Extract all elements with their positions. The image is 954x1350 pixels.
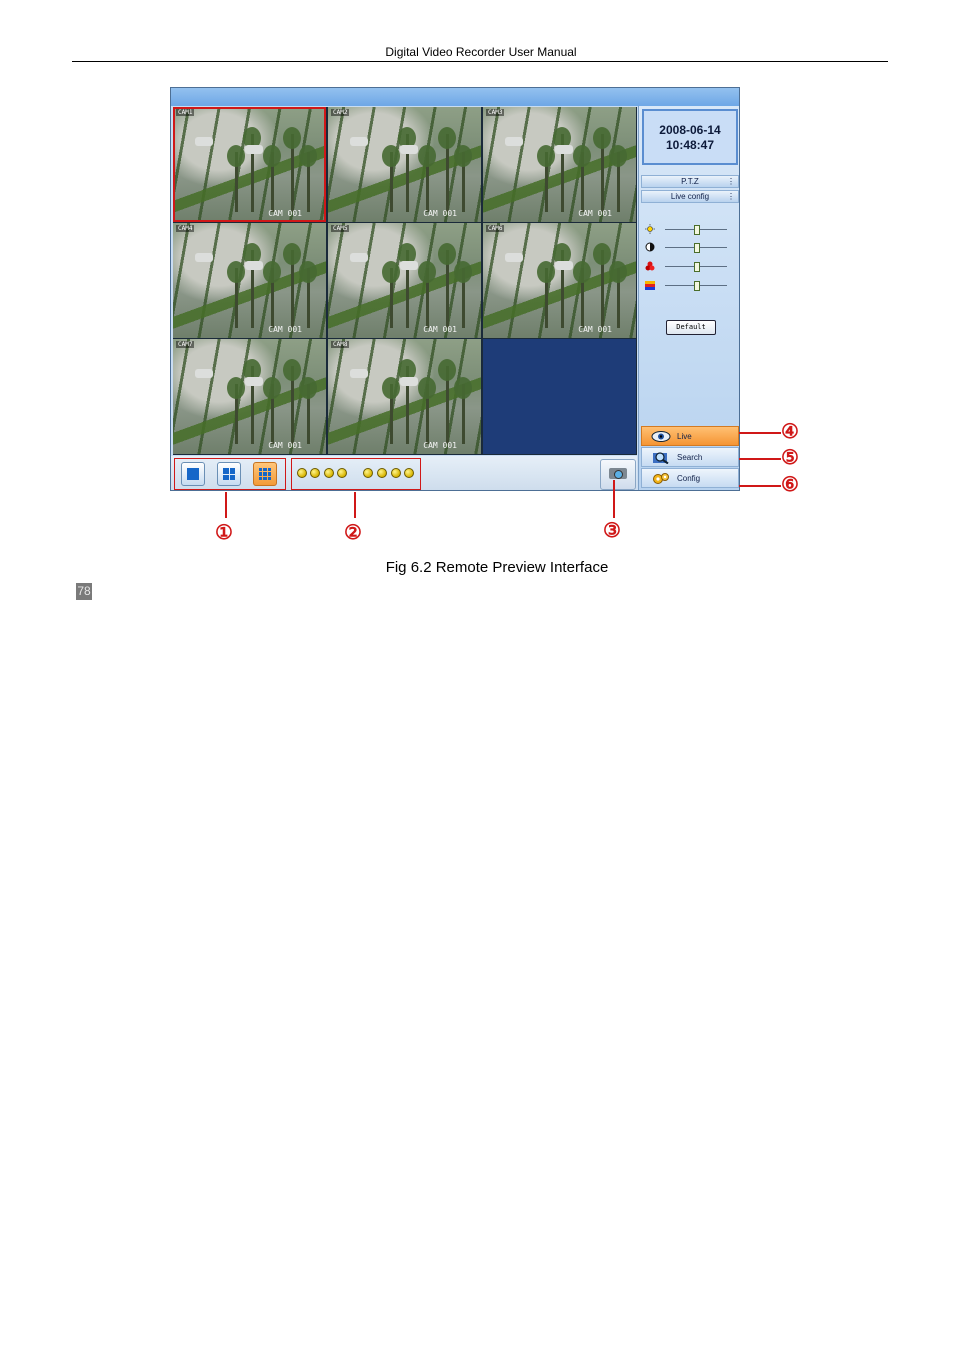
layout-selector: [174, 458, 286, 490]
empty-camera-view[interactable]: [483, 339, 636, 454]
slider-thumb[interactable]: [694, 281, 700, 291]
video-grid: CAM1 CAM 001 CAM2 CAM 001 CAM3 CAM 001 CAM4 CAM…: [173, 107, 637, 455]
default-button[interactable]: Default: [666, 320, 716, 335]
date-text: 2008-06-14: [659, 123, 721, 137]
brightness-icon: [645, 224, 655, 234]
channel-dot-2[interactable]: [310, 468, 320, 478]
camera-view[interactable]: CAM1 CAM 001: [173, 107, 326, 222]
callout-1: ①: [215, 520, 233, 544]
snapshot-button[interactable]: [600, 459, 636, 490]
channel-dot-7[interactable]: [391, 468, 401, 478]
saturation-slider[interactable]: [645, 261, 735, 273]
callout-3: ③: [603, 518, 621, 542]
callout-5: ⑤: [781, 445, 799, 469]
camera-view[interactable]: CAM4 CAM 001: [173, 223, 326, 338]
slider-thumb[interactable]: [694, 262, 700, 272]
date-time-display: 2008-06-14 10:48:47: [642, 109, 738, 165]
live-config-panel-button[interactable]: Live config ⋮: [641, 190, 739, 203]
channel-dot-5[interactable]: [363, 468, 373, 478]
search-label: Search: [677, 453, 703, 462]
gear-icon: [653, 473, 669, 484]
camera-label: CAM 001: [268, 325, 302, 334]
camera-tag: CAM1: [176, 109, 195, 116]
layout-2x2-button[interactable]: [217, 462, 241, 486]
camera-label: CAM 001: [268, 441, 302, 450]
camera-tag: CAM2: [331, 109, 350, 116]
ptz-panel-button[interactable]: P.T.Z ⋮: [641, 175, 739, 188]
live-label: Live: [677, 432, 692, 441]
more-icon: ⋮: [727, 192, 735, 201]
camera-view[interactable]: CAM3 CAM 001: [483, 107, 636, 222]
ptz-label: P.T.Z: [681, 177, 699, 186]
slider-thumb[interactable]: [694, 225, 700, 235]
magnifier-icon: [653, 452, 669, 464]
time-text: 10:48:47: [665, 138, 715, 152]
camera-tag: CAM5: [331, 225, 350, 232]
remote-preview-screenshot: CAM1 CAM 001 CAM2 CAM 001 CAM3 CAM 001 CAM4 CAM…: [170, 87, 740, 491]
layout-3x3-button[interactable]: [253, 462, 277, 486]
hue-icon: [645, 281, 655, 290]
channel-dot-1[interactable]: [297, 468, 307, 478]
callout-line-4: [739, 432, 781, 434]
contrast-slider[interactable]: [645, 242, 735, 254]
camera-tag: CAM8: [331, 341, 350, 348]
camera-label: CAM 001: [578, 209, 612, 218]
callout-2: ②: [344, 520, 362, 544]
camera-view[interactable]: CAM5 CAM 001: [328, 223, 481, 338]
channel-dot-6[interactable]: [377, 468, 387, 478]
callout-line-6: [739, 485, 781, 487]
running-header: Digital Video Recorder User Manual: [385, 45, 577, 59]
callout-line-3: [613, 480, 615, 518]
live-button[interactable]: Live: [641, 426, 739, 446]
single-screen-icon: [187, 468, 199, 480]
config-label: Config: [677, 474, 701, 483]
search-button[interactable]: Search: [641, 447, 739, 467]
live-config-label: Live config: [670, 192, 710, 201]
camera-label: CAM 001: [423, 325, 457, 334]
slider-thumb[interactable]: [694, 243, 700, 253]
layout-1x1-button[interactable]: [181, 462, 205, 486]
camera-label: CAM 001: [423, 441, 457, 450]
channel-status-dots: [291, 458, 421, 490]
contrast-icon: [645, 242, 655, 252]
saturation-icon: [645, 261, 655, 271]
camera-label: CAM 001: [423, 209, 457, 218]
page-number: 78: [76, 583, 92, 600]
callout-6: ⑥: [781, 472, 799, 496]
quad-screen-icon: [223, 468, 235, 480]
brightness-slider[interactable]: [645, 224, 735, 236]
title-strip: [171, 88, 739, 106]
camera-view[interactable]: CAM2 CAM 001: [328, 107, 481, 222]
config-button[interactable]: Config: [641, 468, 739, 488]
callout-line-5: [739, 458, 781, 460]
camera-tag: CAM6: [486, 225, 505, 232]
camera-view[interactable]: CAM7 CAM 001: [173, 339, 326, 454]
callout-line-2: [354, 492, 356, 518]
callout-4: ④: [781, 419, 799, 443]
nine-screen-icon: [259, 468, 271, 480]
more-icon: ⋮: [727, 177, 735, 186]
channel-dot-8[interactable]: [404, 468, 414, 478]
hue-slider[interactable]: [645, 280, 735, 292]
camera-tag: CAM3: [486, 109, 505, 116]
camera-label: CAM 001: [268, 209, 302, 218]
camera-label: CAM 001: [578, 325, 612, 334]
camera-view[interactable]: CAM6 CAM 001: [483, 223, 636, 338]
eye-icon: [651, 431, 671, 442]
camera-view[interactable]: CAM8 CAM 001: [328, 339, 481, 454]
camera-icon: [609, 468, 627, 479]
figure-caption: Fig 6.2 Remote Preview Interface: [385, 559, 609, 576]
bottom-toolbar: [171, 456, 637, 490]
right-panel: 2008-06-14 10:48:47 P.T.Z ⋮ Live config …: [638, 106, 739, 490]
header-rule: [72, 61, 888, 62]
callout-line-1: [225, 492, 227, 518]
channel-dot-4[interactable]: [337, 468, 347, 478]
camera-tag: CAM4: [176, 225, 195, 232]
channel-dot-3[interactable]: [324, 468, 334, 478]
camera-tag: CAM7: [176, 341, 195, 348]
